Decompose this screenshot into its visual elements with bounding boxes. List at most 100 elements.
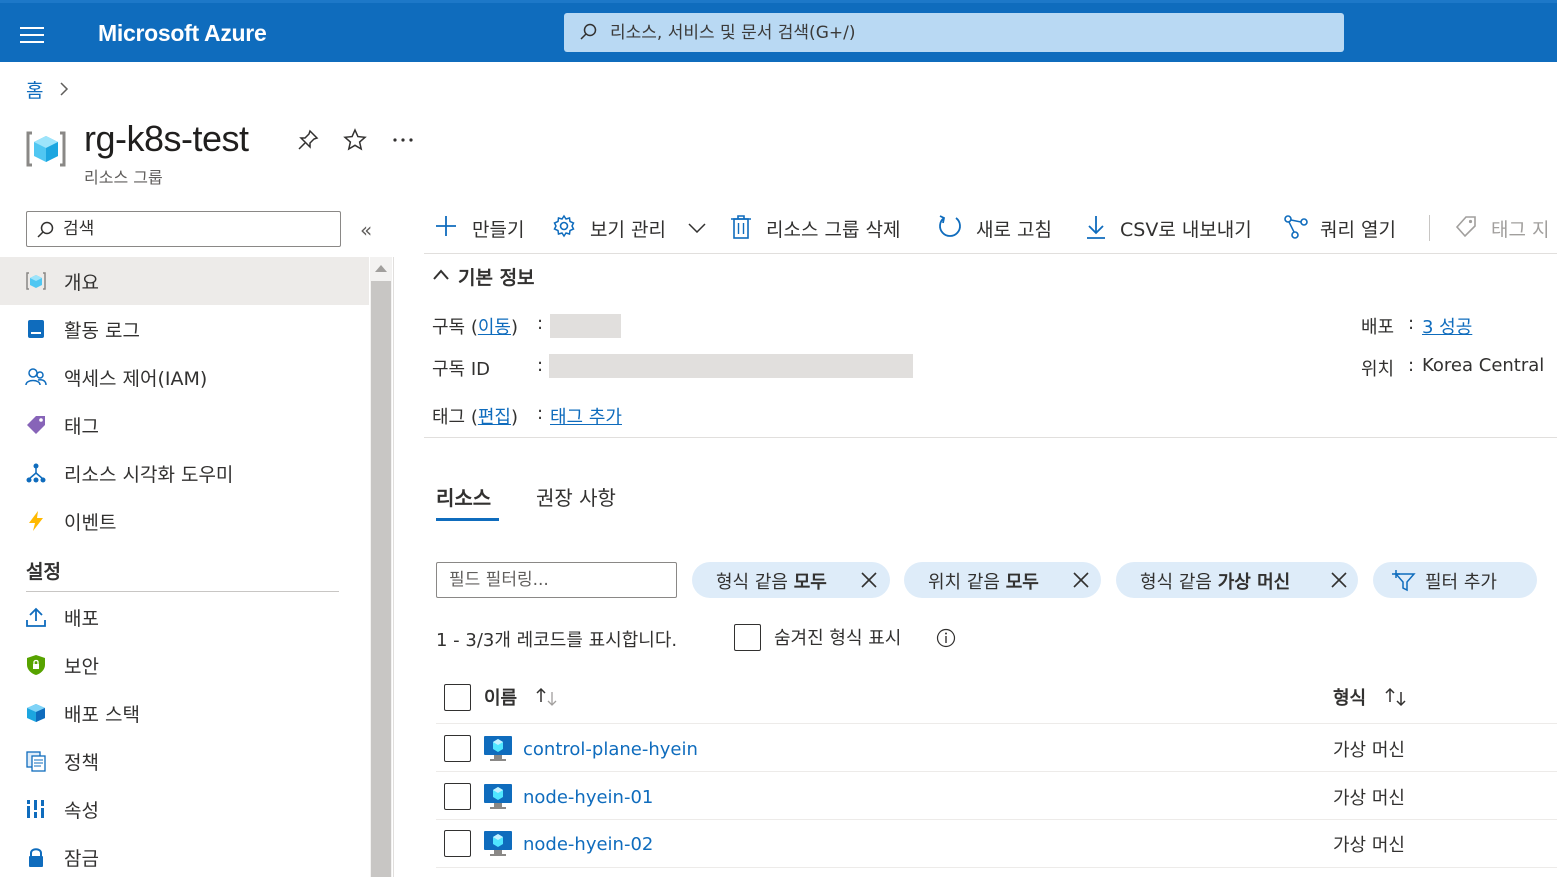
brand-name[interactable]: Microsoft Azure [98, 20, 267, 47]
scrollbar-thumb[interactable] [371, 281, 391, 877]
tag-icon [1455, 216, 1476, 238]
create-label: 만들기 [472, 219, 525, 241]
subscription-move-link[interactable]: 이동 [478, 317, 511, 338]
lightning-icon [29, 511, 43, 531]
nav-section-label: 설정 [26, 561, 61, 583]
nav-item-tags[interactable]: 태그 [0, 401, 369, 449]
nav-item-locks[interactable]: 잠금 [0, 833, 369, 877]
resource-type: 가상 머신 [1333, 740, 1405, 761]
colon: : [537, 355, 544, 376]
nav-item-activity-log[interactable]: 활동 로그 [0, 305, 369, 353]
column-header-name[interactable]: 이름 [484, 684, 517, 710]
manage-view-button[interactable]: 보기 관리 [552, 207, 712, 247]
more-options-icon[interactable] [392, 136, 414, 144]
global-search-input[interactable] [610, 13, 1330, 52]
nav-search-input[interactable] [63, 212, 333, 246]
divider [26, 591, 339, 592]
filter-pill-location[interactable]: 위치 같음 모두 [904, 562, 1101, 598]
tags-row: 태그 (편집) [432, 403, 518, 429]
select-all-checkbox[interactable] [444, 684, 471, 711]
search-icon [37, 221, 54, 238]
nav-item-overview[interactable]: 개요 [0, 257, 369, 305]
sort-ascending-icon[interactable] [534, 686, 560, 708]
delete-resource-group-button[interactable]: 리소스 그룹 삭제 [730, 207, 920, 247]
assign-tags-button[interactable]: 태그 지 [1454, 207, 1557, 247]
create-button[interactable]: 만들기 [434, 207, 544, 247]
nav-item-policies[interactable]: 정책 [0, 737, 369, 785]
row-checkbox[interactable] [444, 783, 471, 810]
add-filter-icon [1392, 570, 1416, 592]
field-filter-input[interactable] [436, 562, 677, 598]
close-icon[interactable] [1072, 571, 1090, 589]
column-header-type[interactable]: 형식 [1333, 684, 1366, 710]
divider [424, 437, 1557, 438]
deployment-link[interactable]: 3 성공 [1422, 313, 1472, 339]
delete-resource-group-label: 리소스 그룹 삭제 [766, 219, 901, 241]
left-nav: 개요 활동 로그 액세스 제어(IAM) 태그 리소스 시각화 도우미 이벤트 … [0, 257, 369, 877]
people-icon [25, 368, 47, 386]
nav-scrollbar[interactable] [370, 257, 392, 877]
tab-recommendations[interactable]: 권장 사항 [536, 482, 616, 511]
nav-item-events[interactable]: 이벤트 [0, 497, 369, 545]
export-csv-label: CSV로 내보내기 [1120, 219, 1252, 241]
nav-search-box[interactable] [26, 211, 341, 247]
tab-resources[interactable]: 리소스 [436, 482, 491, 511]
nav-item-label: 속성 [64, 800, 99, 822]
refresh-button[interactable]: 새로 고침 [937, 207, 1062, 247]
row-checkbox[interactable] [444, 735, 471, 762]
filter-pill-vm-type[interactable]: 형식 같음 가상 머신 [1116, 562, 1358, 598]
divider [424, 253, 1557, 254]
virtual-machine-icon [484, 736, 512, 761]
breadcrumb-home[interactable]: 홈 [26, 76, 43, 103]
info-icon[interactable] [936, 628, 956, 648]
resource-name-link[interactable]: node-hyein-01 [523, 787, 653, 808]
scroll-up-arrow-icon[interactable] [375, 265, 387, 272]
row-checkbox[interactable] [444, 830, 471, 857]
pin-icon[interactable] [296, 128, 320, 152]
nav-item-deployments[interactable]: 배포 [0, 593, 369, 641]
chevron-down-icon [688, 223, 706, 233]
location-value: Korea Central [1422, 355, 1545, 376]
hamburger-menu-icon[interactable] [20, 27, 44, 43]
open-query-label: 쿼리 열기 [1320, 219, 1396, 241]
nav-item-deployment-stacks[interactable]: 배포 스택 [0, 689, 369, 737]
star-icon[interactable] [343, 128, 367, 152]
open-query-button[interactable]: 쿼리 열기 [1283, 207, 1413, 247]
gear-icon [553, 214, 575, 238]
tags-edit-link[interactable]: 편집 [478, 407, 511, 428]
nav-item-iam[interactable]: 액세스 제어(IAM) [0, 353, 369, 401]
nav-item-security[interactable]: 보안 [0, 641, 369, 689]
nav-item-resource-visualizer[interactable]: 리소스 시각화 도우미 [0, 449, 369, 497]
divider [1429, 215, 1430, 241]
global-search-box[interactable] [564, 13, 1344, 52]
export-csv-button[interactable]: CSV로 내보내기 [1085, 207, 1265, 247]
resource-name-link[interactable]: node-hyein-02 [523, 834, 653, 855]
add-filter-button[interactable]: 필터 추가 [1373, 562, 1537, 598]
add-tags-link[interactable]: 태그 추가 [550, 403, 622, 429]
close-icon[interactable] [860, 571, 878, 589]
resource-group-icon [26, 272, 46, 290]
add-filter-label: 필터 추가 [1425, 572, 1497, 593]
policy-icon [26, 751, 46, 772]
filter-pill-type[interactable]: 형식 같음 모두 [692, 562, 890, 598]
collapse-nav-icon[interactable]: « [360, 218, 372, 242]
nav-item-label: 정책 [64, 752, 99, 774]
sort-icon[interactable] [1383, 686, 1409, 708]
subscription-value-redacted [550, 314, 621, 338]
nav-item-properties[interactable]: 속성 [0, 785, 369, 833]
filter-pill-text: 형식 같음 가상 머신 [1140, 568, 1290, 594]
essentials-title[interactable]: 기본 정보 [458, 263, 535, 290]
colon: : [1408, 355, 1415, 376]
chevron-right-icon [60, 82, 69, 96]
subscription-row: 구독 (이동) [432, 313, 518, 339]
chevron-up-icon[interactable] [432, 262, 450, 286]
close-icon[interactable] [1330, 571, 1348, 589]
refresh-icon [939, 215, 961, 237]
show-hidden-types-checkbox[interactable] [734, 624, 761, 651]
show-hidden-types-label: 숨겨진 형식 표시 [774, 628, 902, 649]
nav-section-settings: 설정 [0, 545, 369, 593]
resource-name-link[interactable]: control-plane-hyein [523, 739, 698, 760]
refresh-label: 새로 고침 [976, 219, 1052, 241]
nav-item-label: 활동 로그 [64, 320, 140, 342]
virtual-machine-icon [484, 831, 512, 856]
